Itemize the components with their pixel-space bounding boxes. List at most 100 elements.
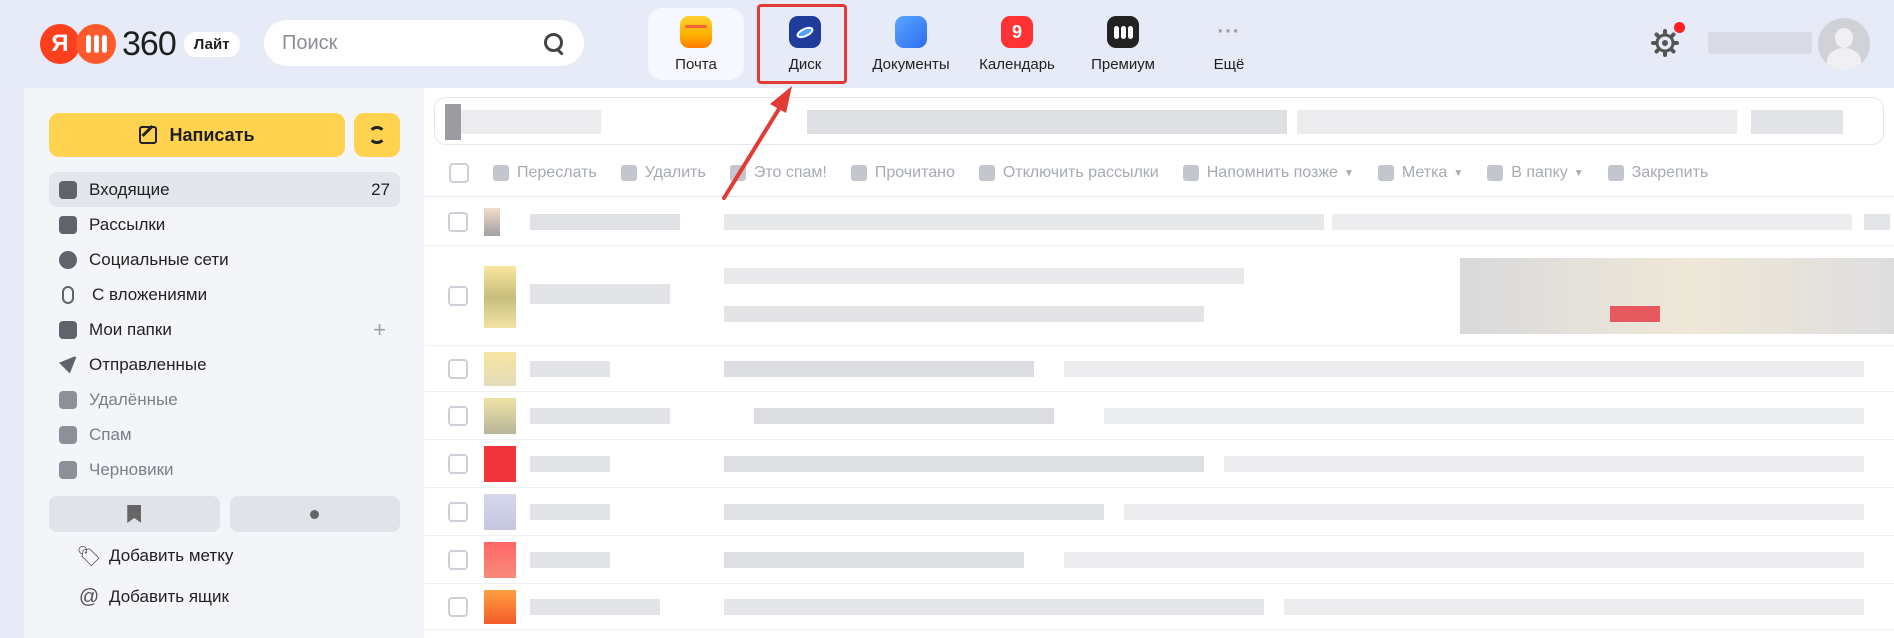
social-icon bbox=[59, 250, 77, 269]
list-item[interactable] bbox=[424, 584, 1894, 630]
service-more[interactable]: ··· Ещё bbox=[1176, 8, 1282, 80]
folder-label: Черновики bbox=[89, 459, 174, 479]
row-checkbox[interactable] bbox=[448, 550, 468, 570]
toolbar-label: Метка bbox=[1401, 164, 1448, 181]
forward-icon bbox=[493, 165, 509, 181]
docs-icon bbox=[895, 16, 927, 48]
move-to-folder-button[interactable]: В папку ▼ bbox=[1487, 164, 1584, 182]
message-toolbar: Переслать Удалить Это спам! Прочитано От… bbox=[434, 152, 1894, 194]
inbox-icon bbox=[59, 180, 77, 199]
unsubscribe-icon bbox=[978, 165, 995, 181]
toolbar-label: Отключить рассылки bbox=[1002, 164, 1159, 181]
pinned-message-strip[interactable] bbox=[434, 97, 1884, 145]
folder-label: Спам bbox=[89, 424, 132, 444]
toolbar-label: Прочитано bbox=[874, 164, 955, 181]
sent-icon bbox=[59, 355, 77, 374]
service-label: Премиум bbox=[1091, 56, 1155, 73]
chevron-down-icon: ▼ bbox=[1343, 167, 1354, 179]
folder-label: Рассылки bbox=[89, 214, 166, 234]
add-label-link[interactable]: 🏷 Добавить метку bbox=[76, 545, 234, 568]
service-label: Почта bbox=[675, 56, 717, 73]
message-list bbox=[424, 198, 1894, 630]
reminder-icon bbox=[1182, 165, 1199, 181]
toolbar-label: Переслать bbox=[517, 164, 597, 181]
row-checkbox[interactable] bbox=[448, 359, 468, 379]
list-item[interactable] bbox=[424, 346, 1894, 392]
spam-icon bbox=[729, 165, 746, 181]
chevron-down-icon: ▼ bbox=[1573, 167, 1584, 179]
mark-read-button[interactable]: Прочитано bbox=[850, 164, 955, 182]
edition-badge: Лайт bbox=[183, 31, 240, 57]
unsubscribe-button[interactable]: Отключить рассылки bbox=[978, 164, 1159, 182]
select-all-checkbox[interactable] bbox=[449, 163, 469, 183]
list-item[interactable] bbox=[424, 198, 1894, 246]
service-label: Документы bbox=[872, 56, 950, 73]
filter-bar bbox=[49, 496, 400, 532]
folder-icon bbox=[59, 320, 77, 339]
label-button[interactable]: Метка ▼ bbox=[1377, 164, 1464, 182]
search-input[interactable]: Поиск bbox=[264, 20, 584, 66]
refresh-button[interactable] bbox=[354, 113, 400, 157]
folder-newsletters[interactable]: Рассылки bbox=[49, 207, 400, 242]
delete-button[interactable]: Удалить bbox=[620, 164, 706, 182]
at-icon: @ bbox=[78, 585, 100, 608]
toolbar-label: Напомнить позже bbox=[1206, 164, 1338, 181]
add-mailbox-link[interactable]: @ Добавить ящик bbox=[78, 585, 229, 608]
list-item[interactable] bbox=[424, 246, 1894, 346]
service-docs[interactable]: Документы bbox=[858, 8, 964, 80]
user-name-blurred[interactable] bbox=[1708, 32, 1812, 54]
folder-spam[interactable]: Спам bbox=[49, 417, 400, 452]
row-checkbox[interactable] bbox=[448, 454, 468, 474]
drafts-icon bbox=[59, 460, 77, 479]
pin-button[interactable]: Закрепить bbox=[1607, 164, 1709, 182]
chevron-down-icon: ▼ bbox=[1453, 167, 1464, 179]
tag-icon: 🏷 bbox=[76, 545, 102, 568]
remind-later-button[interactable]: Напомнить позже ▼ bbox=[1182, 164, 1354, 182]
settings-gear-icon[interactable] bbox=[1651, 29, 1679, 57]
spam-icon bbox=[59, 425, 77, 444]
row-checkbox[interactable] bbox=[448, 597, 468, 617]
list-item[interactable] bbox=[424, 488, 1894, 536]
service-premium[interactable]: Премиум bbox=[1070, 8, 1176, 80]
tag-icon bbox=[1377, 165, 1394, 181]
service-mail[interactable]: Почта bbox=[648, 8, 744, 80]
compose-pen-icon bbox=[139, 126, 158, 144]
toolbar-divider bbox=[424, 196, 1894, 197]
folder-label: Входящие bbox=[89, 179, 170, 199]
avatar[interactable] bbox=[1818, 18, 1870, 70]
yandex-360-logo[interactable]: Я 360 Лайт bbox=[40, 22, 240, 66]
compose-button[interactable]: Написать bbox=[49, 113, 345, 157]
folder-attachments[interactable]: С вложениями bbox=[49, 277, 400, 312]
folder-drafts[interactable]: Черновики bbox=[49, 452, 400, 487]
add-folder-button[interactable]: + bbox=[373, 317, 386, 343]
toolbar-label: Это спам! bbox=[753, 164, 827, 181]
list-item[interactable] bbox=[424, 392, 1894, 440]
folder-sent[interactable]: Отправленные bbox=[49, 347, 400, 382]
newsletters-icon bbox=[59, 215, 77, 234]
row-checkbox[interactable] bbox=[448, 502, 468, 522]
folder-icon bbox=[1487, 165, 1504, 181]
refresh-icon bbox=[368, 126, 386, 144]
list-item[interactable] bbox=[424, 536, 1894, 584]
folder-social[interactable]: Социальные сети bbox=[49, 242, 400, 277]
search-icon[interactable] bbox=[542, 31, 566, 55]
toolbar-label: Закрепить bbox=[1631, 164, 1709, 181]
row-checkbox[interactable] bbox=[448, 212, 468, 232]
bookmarks-filter[interactable] bbox=[49, 496, 220, 532]
more-icon: ··· bbox=[1217, 20, 1241, 43]
list-item[interactable] bbox=[424, 440, 1894, 488]
folder-label: С вложениями bbox=[92, 284, 208, 304]
service-calendar[interactable]: 9 Календарь bbox=[964, 8, 1070, 80]
unread-filter[interactable] bbox=[229, 496, 400, 532]
folder-trash[interactable]: Удалённые bbox=[49, 382, 400, 417]
folder-my-folders[interactable]: Мои папки + bbox=[49, 312, 400, 347]
add-label-text: Добавить метку bbox=[109, 546, 234, 565]
row-checkbox[interactable] bbox=[448, 286, 468, 306]
spam-button[interactable]: Это спам! bbox=[729, 164, 827, 182]
trash-icon bbox=[620, 165, 637, 181]
folder-label: Удалённые bbox=[89, 389, 178, 409]
forward-button[interactable]: Переслать bbox=[493, 164, 597, 182]
row-checkbox[interactable] bbox=[448, 406, 468, 426]
folder-inbox[interactable]: Входящие 27 bbox=[49, 172, 400, 207]
folder-label: Отправленные bbox=[89, 354, 207, 374]
